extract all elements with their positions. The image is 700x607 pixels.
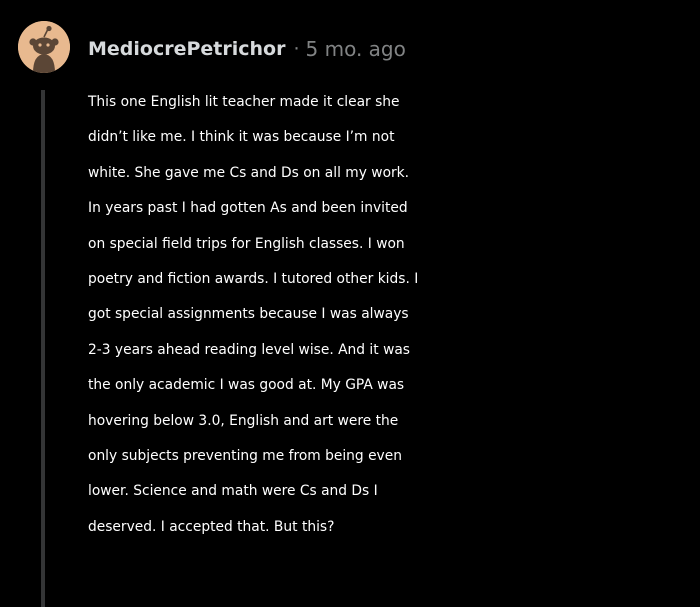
user-avatar[interactable] (18, 21, 70, 73)
comment-text-line: got special assignments because I was al… (88, 306, 409, 323)
comment-text-line: lower. Science and math were Cs and Ds I (88, 483, 378, 500)
comment-text-line: hovering below 3.0, English and art were… (88, 412, 399, 429)
comment-text-line: 2-3 years ahead reading level wise. And … (88, 341, 410, 358)
comment-header: MediocrePetrichor · 5 mo. ago (88, 36, 406, 62)
comment-text-line: only subjects preventing me from being e… (88, 448, 402, 465)
comment-text-line: the only academic I was good at. My GPA … (88, 377, 405, 394)
comment: MediocrePetrichor · 5 mo. ago This one E… (0, 0, 700, 607)
comment-text-line: In years past I had gotten As and been i… (88, 200, 408, 217)
username-link[interactable]: MediocrePetrichor (88, 38, 285, 60)
comment-text-line: didn’t like me. I think it was because I… (88, 129, 395, 146)
comment-body: This one English lit teacher made it cle… (88, 85, 700, 545)
snoo-avatar-icon (18, 21, 70, 73)
thread-collapse-line[interactable] (41, 90, 45, 607)
meta-separator: · (293, 38, 300, 60)
comment-timestamp[interactable]: 5 mo. ago (306, 37, 406, 61)
comment-text-line: poetry and fiction awards. I tutored oth… (88, 271, 419, 288)
comment-text-line: white. She gave me Cs and Ds on all my w… (88, 164, 410, 181)
comment-text-line: This one English lit teacher made it cle… (88, 94, 400, 110)
comment-text-line: deserved. I accepted that. But this? (88, 518, 335, 535)
comment-text-line: on special field trips for English class… (88, 235, 405, 252)
